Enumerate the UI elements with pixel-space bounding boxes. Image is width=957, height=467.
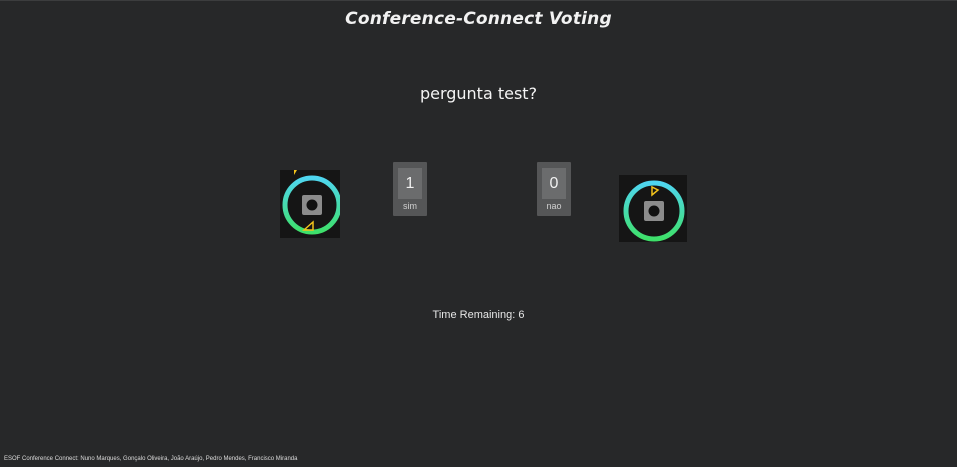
vote-option-sim[interactable]: 1 sim — [393, 162, 427, 216]
vote-count-nao: 0 — [542, 168, 566, 199]
vote-option-nao[interactable]: 0 nao — [537, 162, 571, 216]
vote-label-sim: sim — [403, 201, 417, 211]
right-vote-marker — [619, 175, 687, 242]
left-vote-marker — [280, 170, 340, 238]
question-text: pergunta test? — [419, 84, 538, 103]
vote-count-sim: 1 — [398, 168, 422, 199]
app-title: Conference-Connect Voting — [345, 9, 612, 29]
time-remaining: Time Remaining: 6 — [432, 309, 525, 321]
vote-label-nao: nao — [546, 201, 562, 211]
marker-ring-icon — [623, 180, 685, 242]
top-border — [0, 0, 957, 1]
footer-credits: ESOF Conference Connect: Nuno Marques, G… — [4, 456, 298, 462]
marker-ring-icon — [282, 170, 340, 235]
